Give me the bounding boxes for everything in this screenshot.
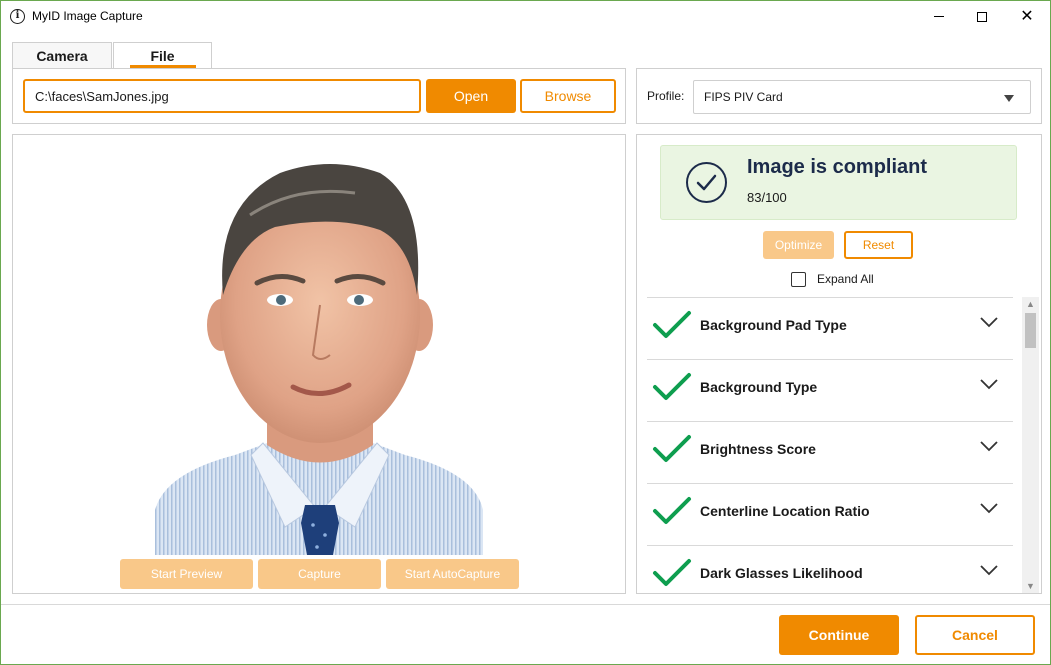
window-title: MyID Image Capture [32, 9, 143, 23]
vertical-scrollbar[interactable]: ▲ ▼ [1022, 297, 1039, 593]
scroll-down-icon[interactable]: ▼ [1026, 581, 1035, 591]
list-item[interactable]: Background Type [647, 359, 1013, 421]
info-icon: i [10, 9, 25, 24]
green-check-icon [653, 311, 691, 338]
capture-button[interactable]: Capture [258, 559, 381, 589]
check-label: Background Type [700, 379, 818, 395]
green-check-icon [653, 559, 691, 586]
start-preview-button[interactable]: Start Preview [120, 559, 253, 589]
check-label: Brightness Score [700, 441, 816, 457]
green-check-icon [653, 497, 691, 524]
list-item[interactable]: Background Pad Type [647, 297, 1013, 359]
start-autocapture-button[interactable]: Start AutoCapture [386, 559, 519, 589]
scrollbar-thumb[interactable] [1025, 313, 1036, 348]
tab-camera[interactable]: Camera [12, 42, 112, 69]
app-window: i MyID Image Capture ✕ Camera File Open … [0, 0, 1051, 665]
tab-file[interactable]: File [113, 42, 212, 69]
check-label: Background Pad Type [700, 317, 847, 333]
profile-label: Profile: [647, 89, 685, 103]
check-label: Centerline Location Ratio [700, 503, 870, 519]
profile-dropdown[interactable]: FIPS PIV Card [693, 80, 1031, 114]
tab-camera-label: Camera [36, 48, 88, 64]
cancel-button[interactable]: Cancel [915, 615, 1035, 655]
list-item[interactable]: Brightness Score [647, 421, 1013, 483]
green-check-icon [653, 373, 691, 400]
checkmark-circle-icon [686, 162, 727, 203]
file-path-input[interactable] [23, 79, 421, 113]
continue-button[interactable]: Continue [779, 615, 899, 655]
face-portrait-image [155, 164, 483, 555]
reset-button[interactable]: Reset [844, 231, 913, 259]
maximize-icon [977, 11, 987, 22]
browse-button[interactable]: Browse [520, 79, 616, 113]
minimize-button[interactable] [916, 1, 962, 32]
compliance-results-panel: Image is compliant 83/100 Optimize Reset… [636, 134, 1042, 594]
compliance-check-list: Background Pad Type Background Type Brig… [647, 297, 1013, 593]
file-panel: Open Browse [12, 68, 626, 124]
compliance-score: 83/100 [747, 190, 787, 205]
title-bar: i MyID Image Capture ✕ [1, 1, 1050, 32]
compliance-title: Image is compliant [747, 156, 928, 178]
dropdown-arrow-icon [1004, 95, 1014, 102]
close-icon: ✕ [1020, 7, 1034, 25]
close-button[interactable]: ✕ [1004, 1, 1050, 32]
maximize-button[interactable] [959, 1, 1005, 32]
scroll-up-icon[interactable]: ▲ [1026, 299, 1035, 309]
footer-divider [1, 604, 1050, 605]
image-preview-panel: Start Preview Capture Start AutoCapture [12, 134, 626, 594]
list-item[interactable]: Centerline Location Ratio [647, 483, 1013, 545]
optimize-button[interactable]: Optimize [763, 231, 834, 259]
green-check-icon [653, 435, 691, 462]
chevron-down-icon[interactable] [979, 564, 999, 576]
chevron-down-icon[interactable] [979, 502, 999, 514]
compliance-status-box: Image is compliant 83/100 [660, 145, 1017, 220]
expand-all-label: Expand All [817, 272, 874, 286]
tab-file-label: File [150, 48, 175, 64]
chevron-down-icon[interactable] [979, 440, 999, 452]
expand-all-checkbox[interactable] [791, 272, 806, 287]
chevron-down-icon[interactable] [979, 378, 999, 390]
chevron-down-icon[interactable] [979, 316, 999, 328]
profile-panel: Profile: FIPS PIV Card [636, 68, 1042, 124]
profile-selected-value: FIPS PIV Card [704, 90, 783, 104]
minimize-icon [934, 16, 944, 17]
open-button[interactable]: Open [426, 79, 516, 113]
list-item[interactable]: Dark Glasses Likelihood [647, 545, 1013, 593]
check-label: Dark Glasses Likelihood [700, 565, 863, 581]
